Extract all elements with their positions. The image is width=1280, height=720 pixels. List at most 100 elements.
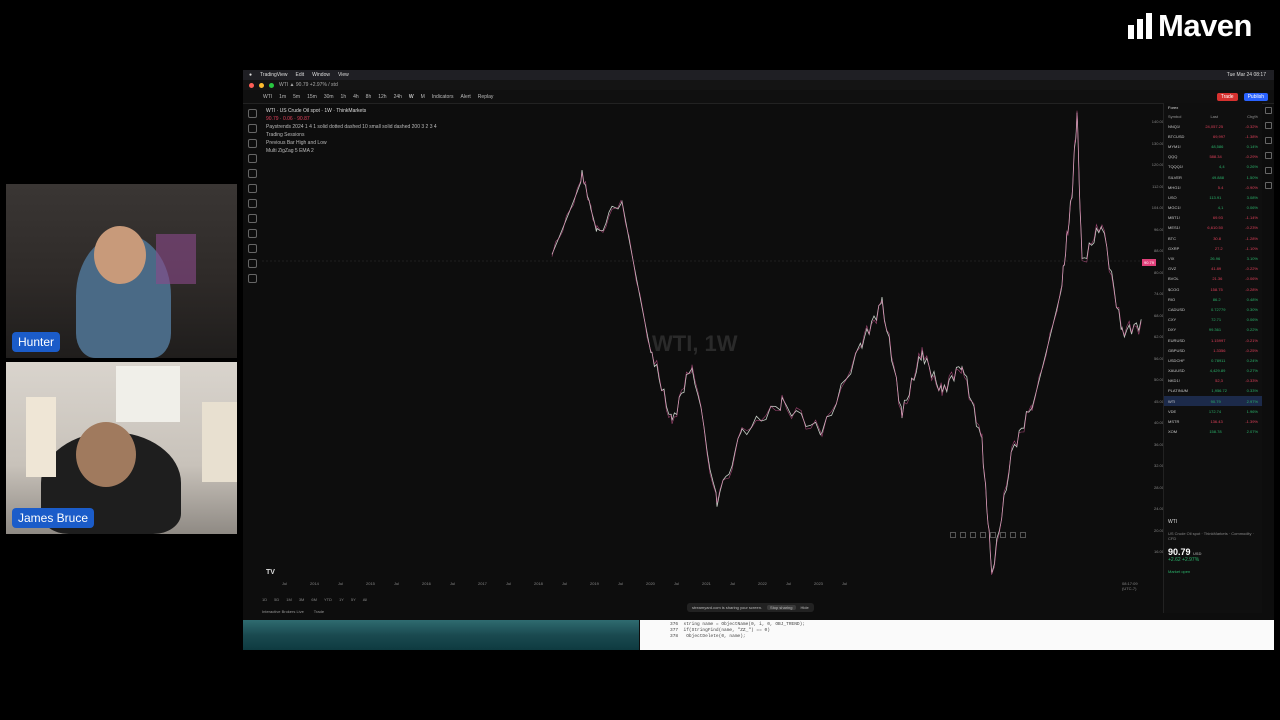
watchlist-row[interactable]: USO 113.91 3.08% <box>1164 192 1262 202</box>
watchlist-row[interactable]: VDE 172.74 1.96% <box>1164 406 1262 416</box>
interval-15m[interactable]: 15m <box>307 94 317 100</box>
chat-icon[interactable] <box>1264 152 1272 159</box>
watchlist-row[interactable]: EURUSD 1.15997 -0.21% <box>1164 335 1262 345</box>
watchlist-row[interactable]: QQQ 588.34 -0.29% <box>1164 152 1262 162</box>
time-axis[interactable]: Jul 2014 Jul 2015 Jul 2016 Jul 2017 Jul 2018 Jul 20… <box>282 581 1142 591</box>
range-button[interactable]: 1Y <box>339 597 344 602</box>
maximize-window-icon[interactable] <box>269 82 274 88</box>
column-chg[interactable]: Chg% <box>1247 114 1258 119</box>
watchlist-row[interactable]: XOM 158.78 2.07% <box>1164 427 1262 437</box>
watchlist-row[interactable]: GVZ 41.89 -0.22% <box>1164 264 1262 274</box>
broker-name[interactable]: Interactive Brokers Live <box>262 609 304 614</box>
watchlist-row[interactable]: GBPUSD 1.3356 -0.25% <box>1164 345 1262 355</box>
calendar-icon[interactable] <box>1264 167 1272 174</box>
range-button[interactable]: 1D <box>262 597 267 602</box>
price-chart[interactable]: WTI · US Crude Oil spot · 1W · ThinkMark… <box>262 103 1164 591</box>
publish-button[interactable]: Publish <box>1243 92 1268 101</box>
symbol-search[interactable]: WTI <box>263 94 272 100</box>
detail-symbol[interactable]: WTI <box>1168 519 1258 525</box>
column-symbol[interactable]: Symbol <box>1168 114 1181 119</box>
watchlist-title[interactable]: Forex <box>1168 105 1178 110</box>
browser-tab[interactable]: WTI ▲ 90.79 +2.97% / std <box>279 82 338 88</box>
interval-5m[interactable]: 5m <box>293 94 300 100</box>
ideas-icon[interactable] <box>1264 182 1272 189</box>
trade-tab[interactable]: Trade <box>314 609 324 614</box>
tool-icon[interactable] <box>970 532 976 538</box>
interval-12h[interactable]: 12h <box>378 94 386 100</box>
watchlist-row[interactable]: PLATINUM 1,956.72 0.33% <box>1164 386 1262 396</box>
watchlist-row[interactable]: NNQ1! 24,057.25 -0.32% <box>1164 121 1262 131</box>
menu-window[interactable]: Window <box>312 72 330 78</box>
trash-icon[interactable] <box>247 274 257 283</box>
tool-icon[interactable] <box>960 532 966 538</box>
watchlist-row[interactable]: TQQQ1! 4,4 0.26% <box>1164 162 1262 172</box>
watchlist-row[interactable]: MES1! 6,610.50 -0.23% <box>1164 223 1262 233</box>
tool-icon[interactable] <box>950 532 956 538</box>
range-button[interactable]: 5D <box>274 597 279 602</box>
menu-edit[interactable]: Edit <box>296 72 305 78</box>
apple-icon[interactable]: ● <box>249 72 252 78</box>
watchlist-row[interactable]: VIX 26.96 3.10% <box>1164 253 1262 263</box>
watchlist-icon[interactable] <box>1264 107 1272 114</box>
watchlist-row[interactable]: WTI 90.79 2.97% <box>1164 396 1262 407</box>
text-icon[interactable] <box>247 169 257 178</box>
watchlist-row[interactable]: DXY 99.361 0.22% <box>1164 325 1262 335</box>
tool-icon[interactable] <box>990 532 996 538</box>
tool-icon[interactable] <box>1010 532 1016 538</box>
measure-icon[interactable] <box>247 199 257 208</box>
watchlist-row[interactable]: CADUSD 0.72779 0.30% <box>1164 304 1262 314</box>
watchlist-row[interactable]: RIO 86.2 0.48% <box>1164 294 1262 304</box>
magnet-icon[interactable] <box>247 229 257 238</box>
zoom-icon[interactable] <box>247 214 257 223</box>
fib-icon[interactable] <box>247 139 257 148</box>
alert-button[interactable]: Alert <box>461 94 471 100</box>
watchlist-row[interactable]: GXRP 27.2 -1.10% <box>1164 243 1262 253</box>
menu-app[interactable]: TradingView <box>260 72 288 78</box>
indicators-button[interactable]: Indicators <box>432 94 454 100</box>
watchlist-row[interactable]: MHG1! 5.4 -0.90% <box>1164 182 1262 192</box>
watchlist-row[interactable]: BTCUSD 69,997 -1.38% <box>1164 131 1262 141</box>
interval-4h[interactable]: 4h <box>353 94 359 100</box>
watchlist-row[interactable]: MGC1! 4,1 0.06% <box>1164 203 1262 213</box>
tool-icon[interactable] <box>1000 532 1006 538</box>
brush-icon[interactable] <box>247 154 257 163</box>
menu-view[interactable]: View <box>338 72 349 78</box>
watchlist-row[interactable]: USDCHF 0.78911 0.24% <box>1164 355 1262 365</box>
watchlist-row[interactable]: $COG 158.75 -0.28% <box>1164 284 1262 294</box>
column-last[interactable]: Last <box>1210 114 1218 119</box>
watchlist-row[interactable]: BTC 30.8 -1.28% <box>1164 233 1262 243</box>
range-button[interactable]: 6M <box>311 597 317 602</box>
interval-1h[interactable]: 1h <box>341 94 347 100</box>
tool-icon[interactable] <box>1020 532 1026 538</box>
interval-m[interactable]: M <box>421 94 425 100</box>
hide-button[interactable]: Hide <box>801 605 809 610</box>
range-button[interactable]: All <box>363 597 367 602</box>
watchlist-row[interactable]: BVOL 21.36 -0.06% <box>1164 274 1262 284</box>
lock-icon[interactable] <box>247 244 257 253</box>
range-button[interactable]: YTD <box>324 597 332 602</box>
news-icon[interactable] <box>1264 137 1272 144</box>
alerts-icon[interactable] <box>1264 122 1272 129</box>
interval-8h[interactable]: 8h <box>366 94 372 100</box>
tool-icon[interactable] <box>980 532 986 538</box>
eye-icon[interactable] <box>247 259 257 268</box>
pattern-icon[interactable] <box>247 184 257 193</box>
replay-button[interactable]: Replay <box>478 94 494 100</box>
watchlist-row[interactable]: MSTR 136.43 -1.39% <box>1164 416 1262 426</box>
watchlist-row[interactable]: MBT1! 69.93 -1.14% <box>1164 213 1262 223</box>
minimize-window-icon[interactable] <box>259 82 264 88</box>
watchlist-row[interactable]: SILVER 49.888 1.50% <box>1164 172 1262 182</box>
close-window-icon[interactable] <box>249 82 254 88</box>
range-button[interactable]: 5Y <box>351 597 356 602</box>
watchlist-row[interactable]: CXY 72.71 0.06% <box>1164 315 1262 325</box>
watchlist-row[interactable]: XAUUSD 4,429.89 0.27% <box>1164 366 1262 376</box>
watchlist-row[interactable]: MYM1! 48,586 0.14% <box>1164 141 1262 151</box>
range-button[interactable]: 3M <box>299 597 305 602</box>
interval-w[interactable]: W <box>409 94 414 100</box>
stop-sharing-button[interactable]: Stop sharing <box>767 605 796 610</box>
trendline-icon[interactable] <box>247 124 257 133</box>
interval-24h[interactable]: 24h <box>394 94 402 100</box>
trade-button[interactable]: Trade <box>1216 92 1238 101</box>
crosshair-icon[interactable] <box>247 109 257 118</box>
range-button[interactable]: 1M <box>286 597 292 602</box>
